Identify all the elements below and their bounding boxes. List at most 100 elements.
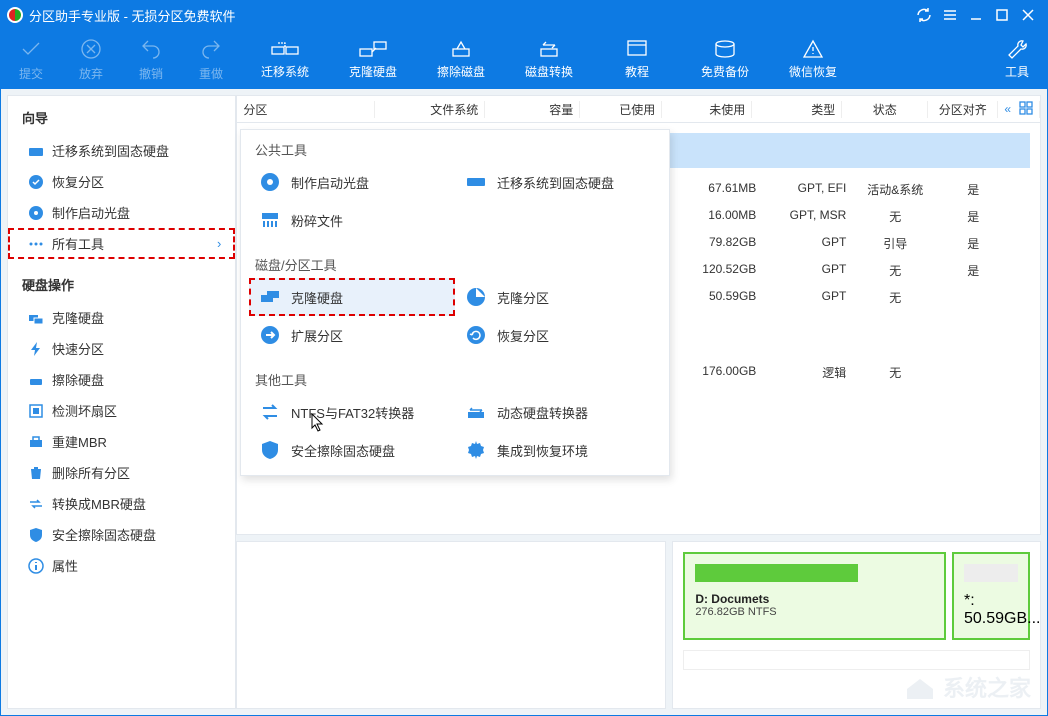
commit-button: 提交 [1, 29, 61, 89]
bolt-icon [28, 341, 44, 357]
shield-icon [28, 527, 44, 543]
close-button[interactable] [1015, 1, 1041, 29]
popup-clone-partition[interactable]: 克隆分区 [455, 278, 661, 316]
sidebar-quick-partition[interactable]: 快速分区 [8, 333, 235, 364]
window-title: 分区助手专业版 - 无损分区免费软件 [29, 6, 236, 25]
undo-button: 撤销 [121, 29, 181, 89]
usage-bar [695, 564, 857, 582]
layout-button[interactable] [1019, 101, 1033, 118]
sidebar-recover-partition[interactable]: 恢复分区 [8, 166, 235, 197]
sidebar-rebuild-mbr[interactable]: 重建MBR [8, 426, 235, 457]
popup-secure-wipe[interactable]: 安全擦除固态硬盘 [249, 431, 455, 469]
trash-icon [28, 465, 44, 481]
disk-convert-button[interactable]: 磁盘转换 [505, 29, 593, 89]
sidebar-all-tools[interactable]: 所有工具› [8, 228, 235, 259]
bottom-left-pane [236, 541, 666, 709]
free-backup-button[interactable]: 免费备份 [681, 29, 769, 89]
shield-icon [259, 439, 281, 461]
popup-section-other: 其他工具 [241, 360, 669, 393]
collapse-cols-button[interactable]: « [1004, 102, 1011, 116]
popup-shred[interactable]: 粉碎文件 [249, 201, 455, 239]
col-capacity[interactable]: 容量 [485, 101, 580, 118]
titlebar: 分区助手专业版 - 无损分区免费软件 [1, 1, 1047, 29]
migrate-os-button[interactable]: 迁移系统 [241, 29, 329, 89]
popup-section-public: 公共工具 [241, 130, 669, 163]
disk-convert-icon [465, 401, 487, 423]
disk-section-title: 硬盘操作 [8, 267, 235, 302]
sidebar-bad-sector[interactable]: 检测坏扇区 [8, 395, 235, 426]
usage-bar [964, 564, 1018, 582]
popup-section-disk: 磁盘/分区工具 [241, 245, 669, 278]
disc-icon [28, 205, 44, 221]
popup-integrate-recovery[interactable]: 集成到恢复环境 [455, 431, 661, 469]
recover-icon [465, 324, 487, 346]
sidebar-bootdisk[interactable]: 制作启动光盘 [8, 197, 235, 228]
info-icon [28, 558, 44, 574]
sidebar-wipe-disk[interactable]: 擦除硬盘 [8, 364, 235, 395]
sidebar-secure-wipe-ssd[interactable]: 安全擦除固态硬盘 [8, 519, 235, 550]
partition-label: D: Documets [695, 592, 934, 606]
popup-dynamic-disk[interactable]: 动态硬盘转换器 [455, 393, 661, 431]
gear-icon [465, 439, 487, 461]
app-logo-icon [7, 7, 23, 23]
minimize-button[interactable] [963, 1, 989, 29]
sidebar-delete-all[interactable]: 删除所有分区 [8, 457, 235, 488]
col-filesystem[interactable]: 文件系统 [375, 101, 485, 118]
all-tools-popup: 公共工具 制作启动光盘 迁移系统到固态硬盘 粉碎文件 磁盘/分区工具 克隆硬盘 … [240, 129, 670, 476]
wizard-section-title: 向导 [8, 100, 235, 135]
popup-bootdisk[interactable]: 制作启动光盘 [249, 163, 455, 201]
clone-disk-button[interactable]: 克隆硬盘 [329, 29, 417, 89]
clone-icon [28, 310, 44, 326]
col-type[interactable]: 类型 [752, 101, 842, 118]
col-partition[interactable]: 分区 [237, 101, 375, 118]
sidebar: 向导 迁移系统到固态硬盘 恢复分区 制作启动光盘 所有工具› 硬盘操作 克隆硬盘… [7, 95, 236, 709]
sidebar-properties[interactable]: 属性 [8, 550, 235, 581]
col-used[interactable]: 已使用 [580, 101, 662, 118]
partition-size: 276.82GB NTFS [695, 606, 934, 618]
partition-visual-star[interactable]: *: 50.59GB... [952, 552, 1030, 640]
extend-icon [259, 324, 281, 346]
clone-disk-icon [259, 286, 281, 308]
maximize-button[interactable] [989, 1, 1015, 29]
discard-button: 放弃 [61, 29, 121, 89]
popup-extend-partition[interactable]: 扩展分区 [249, 316, 455, 354]
sidebar-to-mbr[interactable]: 转换成MBR硬盘 [8, 488, 235, 519]
mbr-icon [28, 434, 44, 450]
redo-button: 重做 [181, 29, 241, 89]
empty-slot [683, 650, 1030, 670]
partition-size: 50.59GB... [964, 610, 1018, 628]
menu-button[interactable] [937, 1, 963, 29]
sidebar-clone-disk[interactable]: 克隆硬盘 [8, 302, 235, 333]
disc-icon [259, 171, 281, 193]
recover-icon [28, 174, 44, 190]
ssd-icon [465, 171, 487, 193]
col-align[interactable]: 分区对齐 [928, 101, 998, 118]
scan-icon [28, 403, 44, 419]
convert-icon [28, 496, 44, 512]
convert-icon [259, 401, 281, 423]
popup-ntfs-fat[interactable]: NTFS与FAT32转换器 [249, 393, 455, 431]
eraser-icon [28, 372, 44, 388]
bottom-panels: D: Documets 276.82GB NTFS *: 50.59GB... [236, 541, 1041, 709]
popup-clone-disk[interactable]: 克隆硬盘 [249, 278, 455, 316]
dots-icon [28, 236, 44, 252]
wechat-recovery-button[interactable]: 微信恢复 [769, 29, 857, 89]
column-headers: 分区 文件系统 容量 已使用 未使用 类型 状态 分区对齐 « [236, 95, 1041, 123]
main-toolbar: 提交 放弃 撤销 重做 迁移系统 克隆硬盘 擦除磁盘 磁盘转换 教程 免费备份 … [1, 29, 1047, 89]
refresh-button[interactable] [911, 1, 937, 29]
col-free[interactable]: 未使用 [662, 101, 752, 118]
chevron-right-icon: › [217, 236, 221, 251]
shred-icon [259, 209, 281, 231]
wipe-disk-button[interactable]: 擦除磁盘 [417, 29, 505, 89]
partition-visual-d[interactable]: D: Documets 276.82GB NTFS [683, 552, 946, 640]
clone-part-icon [465, 286, 487, 308]
col-state[interactable]: 状态 [842, 101, 928, 118]
tools-button[interactable]: 工具 [987, 29, 1047, 89]
tutorial-button[interactable]: 教程 [593, 29, 681, 89]
popup-recover-partition[interactable]: 恢复分区 [455, 316, 661, 354]
sidebar-migrate-ssd[interactable]: 迁移系统到固态硬盘 [8, 135, 235, 166]
partition-label: *: [964, 592, 1018, 610]
ssd-icon [28, 143, 44, 159]
bottom-right-pane: D: Documets 276.82GB NTFS *: 50.59GB... [672, 541, 1041, 709]
popup-migrate-ssd[interactable]: 迁移系统到固态硬盘 [455, 163, 661, 201]
